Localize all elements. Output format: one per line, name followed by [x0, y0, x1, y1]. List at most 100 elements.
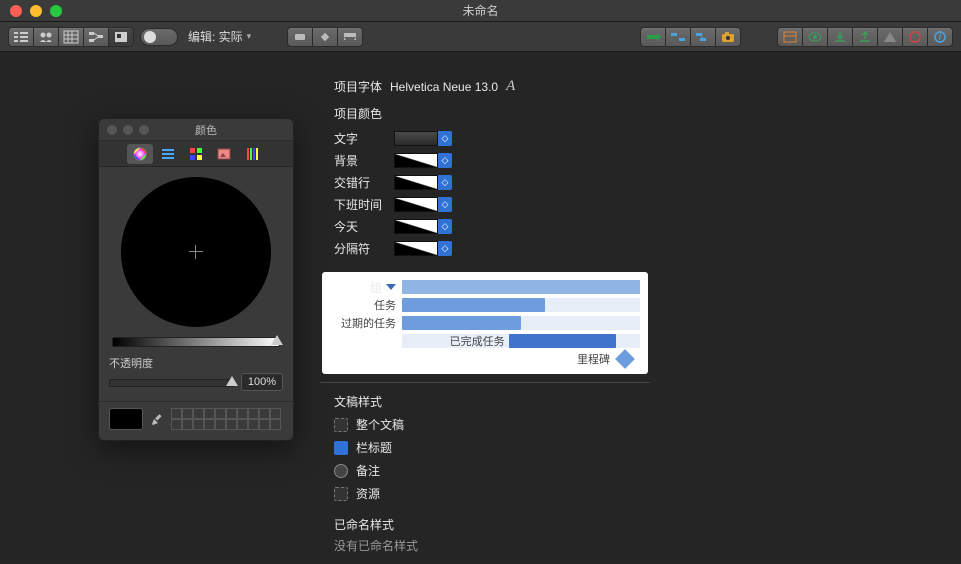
reschedule-button[interactable] — [665, 27, 691, 47]
color-wheel[interactable] — [121, 177, 271, 327]
swatch-cell[interactable] — [259, 419, 270, 430]
window-titlebar: 未命名 — [0, 0, 961, 22]
inspector-button[interactable]: i — [927, 27, 953, 47]
style-panel: 项目字体 Helvetica Neue 13.0 A 项目颜色 文字◇背景◇交错… — [320, 64, 650, 564]
style-item-3[interactable]: 资源 — [334, 485, 636, 502]
color-well[interactable] — [394, 153, 438, 168]
swatch-cell[interactable] — [193, 419, 204, 430]
swatch-cell[interactable] — [270, 419, 281, 430]
eyedropper-icon[interactable] — [149, 411, 165, 427]
snapshot-button[interactable] — [715, 27, 741, 47]
view-resources-button[interactable] — [33, 27, 59, 47]
swatch-cell[interactable] — [182, 408, 193, 419]
warnings-button[interactable] — [877, 27, 903, 47]
sliders-tab[interactable] — [155, 144, 181, 164]
style-item-0[interactable]: 整个文稿 — [334, 416, 636, 433]
edit-mode-dropdown[interactable]: 编辑: 实际 — [188, 28, 251, 45]
color-stepper[interactable]: ◇ — [438, 175, 452, 190]
swatch-cell[interactable] — [204, 408, 215, 419]
pencils-tab[interactable] — [239, 144, 265, 164]
level-button[interactable] — [690, 27, 716, 47]
color-row-1: 背景 ◇ — [334, 152, 636, 169]
slider-knob[interactable] — [271, 335, 283, 345]
baseline-toggle[interactable] — [140, 28, 178, 46]
swatch-cell[interactable] — [226, 419, 237, 430]
main-toolbar: 编辑: 实际 i — [0, 22, 961, 52]
color-row-2: 交错行 ◇ — [334, 174, 636, 191]
swatch-cell[interactable] — [171, 408, 182, 419]
color-stepper[interactable]: ◇ — [438, 241, 452, 256]
view-gantt-button[interactable] — [58, 27, 84, 47]
add-task-button[interactable] — [287, 27, 313, 47]
view-styles-button[interactable] — [108, 27, 134, 47]
color-stepper[interactable]: ◇ — [438, 197, 452, 212]
style-item-2[interactable]: 备注 — [334, 462, 636, 479]
view-outline-button[interactable] — [8, 27, 34, 47]
palettes-tab[interactable] — [183, 144, 209, 164]
color-well[interactable] — [394, 197, 438, 212]
import-button[interactable] — [827, 27, 853, 47]
opacity-value[interactable]: 100% — [241, 373, 283, 391]
style-item-icon — [334, 487, 348, 501]
color-stepper[interactable]: ◇ — [438, 131, 452, 146]
gantt-group-label: 组 — [330, 279, 402, 296]
opacity-knob[interactable] — [226, 376, 238, 386]
color-well[interactable] — [394, 219, 438, 234]
export-button[interactable] — [852, 27, 878, 47]
catch-up-button[interactable] — [640, 27, 666, 47]
no-named-styles-text: 没有已命名样式 — [334, 537, 636, 554]
swatch-cell[interactable] — [248, 408, 259, 419]
swatch-cell[interactable] — [226, 408, 237, 419]
swatch-cell[interactable] — [171, 419, 182, 430]
close-window-button[interactable] — [10, 5, 22, 17]
font-picker-icon[interactable]: A — [506, 78, 515, 95]
swatch-cell[interactable] — [215, 408, 226, 419]
color-stepper[interactable]: ◇ — [438, 219, 452, 234]
view-options-button[interactable] — [802, 27, 828, 47]
style-item-1[interactable]: 栏标题 — [334, 439, 636, 456]
swatch-cell[interactable] — [237, 419, 248, 430]
swatch-cell[interactable] — [204, 419, 215, 430]
colorpicker-close-button[interactable] — [107, 125, 117, 135]
colorpicker-mode-tabs — [99, 141, 293, 167]
view-network-button[interactable] — [83, 27, 109, 47]
color-well[interactable] — [394, 241, 438, 256]
gantt-milestone-label: 里程碑 — [577, 351, 610, 367]
style-item-label: 栏标题 — [356, 439, 392, 456]
color-well[interactable] — [394, 175, 438, 190]
swatch-cell[interactable] — [215, 419, 226, 430]
color-row-label: 交错行 — [334, 174, 394, 191]
color-row-label: 下班时间 — [334, 196, 394, 213]
swatch-cell[interactable] — [270, 408, 281, 419]
zoom-window-button[interactable] — [50, 5, 62, 17]
minimize-window-button[interactable] — [30, 5, 42, 17]
style-item-icon — [334, 418, 348, 432]
color-row-label: 今天 — [334, 218, 394, 235]
color-row-0: 文字◇ — [334, 130, 636, 147]
gantt-preview: 组 任务 过期的任务 已完成任务 里程碑 — [322, 272, 648, 374]
record-button[interactable] — [902, 27, 928, 47]
colorpicker-minimize-button[interactable] — [123, 125, 133, 135]
colorpicker-zoom-button[interactable] — [139, 125, 149, 135]
add-milestone-button[interactable] — [312, 27, 338, 47]
swatch-grid[interactable] — [171, 408, 281, 430]
current-color-swatch[interactable] — [109, 408, 143, 430]
opacity-slider[interactable] — [109, 379, 235, 387]
image-tab[interactable] — [211, 144, 237, 164]
color-well[interactable] — [394, 131, 438, 146]
swatch-cell[interactable] — [248, 419, 259, 430]
swatch-cell[interactable] — [259, 408, 270, 419]
filter-button[interactable] — [777, 27, 803, 47]
svg-text:i: i — [939, 30, 942, 43]
wheel-tab[interactable] — [127, 144, 153, 164]
project-font-label: 项目字体 — [334, 78, 382, 95]
color-row-3: 下班时间 ◇ — [334, 196, 636, 213]
swatch-cell[interactable] — [193, 408, 204, 419]
add-group-button[interactable] — [337, 27, 363, 47]
swatch-cell[interactable] — [182, 419, 193, 430]
swatch-cell[interactable] — [237, 408, 248, 419]
brightness-slider[interactable] — [112, 337, 280, 347]
colorpicker-traffic-lights — [107, 125, 149, 135]
color-row-label: 背景 — [334, 152, 394, 169]
color-stepper[interactable]: ◇ — [438, 153, 452, 168]
